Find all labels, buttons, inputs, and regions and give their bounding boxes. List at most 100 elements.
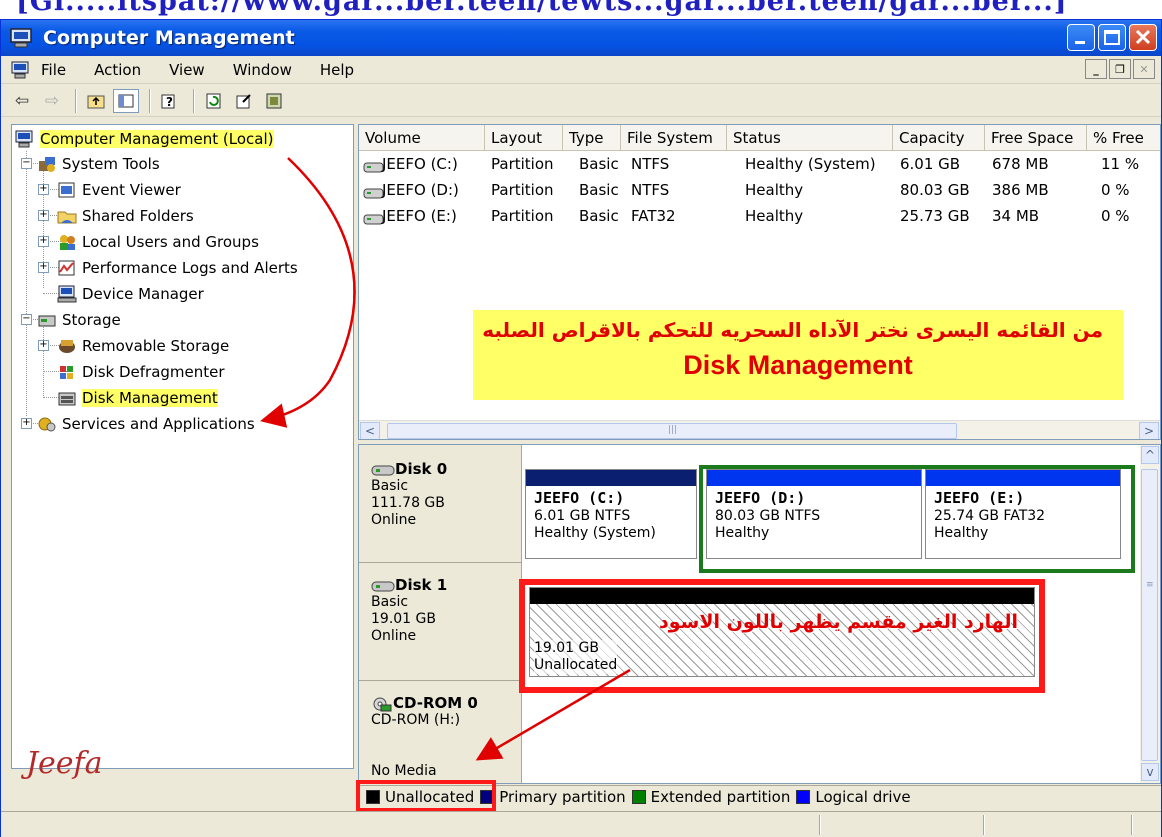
- close-button[interactable]: [1129, 24, 1157, 51]
- collapse-system-tools[interactable]: −: [21, 158, 32, 169]
- tree-item-system-tools[interactable]: System Tools: [37, 152, 160, 176]
- tree-item-storage[interactable]: Storage: [37, 308, 121, 332]
- removable-storage-icon: [57, 337, 77, 355]
- expand-removable-storage[interactable]: +: [38, 340, 49, 351]
- tree-item-shared-folders[interactable]: Shared Folders: [57, 204, 194, 228]
- scroll-right-button[interactable]: >: [1139, 422, 1159, 439]
- scroll-down-button[interactable]: v: [1141, 763, 1159, 781]
- refresh-icon[interactable]: [201, 89, 227, 113]
- column-header-volume[interactable]: Volume: [359, 125, 485, 151]
- annotation-callout: من القائمه اليسرى نختر الآداه السحريه لل…: [473, 310, 1123, 400]
- cell-capacity: 25.73 GB: [900, 207, 970, 225]
- cell-volume: JEEFO (E:): [382, 207, 457, 225]
- show-hide-tree-icon[interactable]: [113, 88, 139, 113]
- cell-type: Basic: [579, 207, 619, 225]
- window-title: Computer Management: [43, 27, 295, 49]
- event-viewer-icon: [57, 181, 77, 199]
- disk-1-label[interactable]: Disk 1 Basic 19.01 GB Online: [359, 563, 522, 681]
- svg-text:?: ?: [166, 95, 173, 109]
- disk-type: CD-ROM (H:): [371, 712, 461, 728]
- column-header-free-space[interactable]: Free Space: [985, 125, 1087, 151]
- vertical-scrollbar[interactable]: ^ ≡ v: [1140, 445, 1160, 783]
- tree-item-event-viewer[interactable]: Event Viewer: [57, 178, 181, 202]
- horizontal-scrollbar[interactable]: < ||| >: [359, 420, 1160, 439]
- expand-local-users[interactable]: +: [38, 236, 49, 247]
- menu-window[interactable]: Window: [233, 61, 292, 79]
- toolbar: ⇦ ⇨ ?: [1, 85, 1161, 117]
- tree-item-local-users[interactable]: Local Users and Groups: [57, 230, 259, 254]
- tree-label: Disk Defragmenter: [82, 363, 225, 381]
- mdi-minimize-button[interactable]: _: [1085, 59, 1107, 79]
- mdi-restore-button[interactable]: ❐: [1109, 59, 1131, 79]
- expand-shared-folders[interactable]: +: [38, 210, 49, 221]
- column-header-layout[interactable]: Layout: [485, 125, 563, 151]
- properties-icon[interactable]: [231, 89, 257, 113]
- tree-item-removable-storage[interactable]: Removable Storage: [57, 334, 229, 358]
- cell-volume: JEEFO (D:): [382, 181, 459, 199]
- cell-status: Healthy: [745, 181, 804, 199]
- volume-size: 6.01 GB NTFS: [534, 508, 631, 524]
- volume-e[interactable]: JEEFO (E:) 25.74 GB FAT32 Healthy: [925, 469, 1121, 559]
- shared-folder-icon: [57, 207, 77, 225]
- menu-action[interactable]: Action: [94, 61, 141, 79]
- legend-label: Primary partition: [499, 787, 626, 806]
- disk-state: Online: [371, 512, 417, 528]
- column-header-percent-free[interactable]: % Free: [1087, 125, 1160, 151]
- column-header-type[interactable]: Type: [563, 125, 621, 151]
- tree-label: Disk Management: [82, 389, 218, 407]
- mdi-close-button[interactable]: ✕: [1133, 59, 1155, 79]
- disk-size: 111.78 GB: [371, 495, 445, 511]
- forward-arrow-icon[interactable]: ⇨: [39, 89, 65, 113]
- signature-logo: Jeefa: [26, 746, 103, 781]
- column-header-file-system[interactable]: File System: [621, 125, 727, 151]
- tree-item-disk-management[interactable]: Disk Management: [57, 386, 218, 410]
- tree-item-performance-logs[interactable]: Performance Logs and Alerts: [57, 256, 298, 280]
- back-arrow-icon[interactable]: ⇦: [9, 89, 35, 113]
- horizontal-scroll-thumb[interactable]: |||: [387, 423, 957, 439]
- cell-free-space: 34 MB: [992, 207, 1040, 225]
- cell-volume: JEEFO (C:): [382, 155, 458, 173]
- tree-item-disk-defragmenter[interactable]: Disk Defragmenter: [57, 360, 225, 384]
- up-one-level-icon[interactable]: [83, 89, 109, 113]
- app-menu-icon[interactable]: [11, 61, 31, 79]
- disk-management-icon: [57, 389, 77, 407]
- expand-event-viewer[interactable]: +: [38, 184, 49, 195]
- collapse-storage[interactable]: −: [21, 314, 32, 325]
- expand-services[interactable]: +: [21, 418, 32, 429]
- disk-0-label[interactable]: Disk 0 Basic 111.78 GB Online: [359, 445, 522, 563]
- console-tree-pane: Computer Management (Local) − System Too…: [11, 124, 354, 769]
- cell-layout: Partition: [491, 155, 554, 173]
- menu-help[interactable]: Help: [320, 61, 354, 79]
- volume-size: 25.74 GB FAT32: [934, 508, 1046, 524]
- menu-file[interactable]: File: [41, 61, 66, 79]
- users-icon: [57, 233, 77, 251]
- volume-c[interactable]: JEEFO (C:) 6.01 GB NTFS Healthy (System): [525, 469, 697, 559]
- legend-label: Logical drive: [815, 787, 911, 806]
- maximize-button[interactable]: [1098, 24, 1126, 51]
- tree-label: Device Manager: [82, 285, 204, 303]
- help-icon[interactable]: ?: [157, 89, 183, 113]
- tree-item-services[interactable]: Services and Applications: [37, 412, 255, 436]
- tree-root-computer-management[interactable]: Computer Management (Local): [15, 127, 274, 151]
- computer-icon: [15, 130, 35, 148]
- tree-item-device-manager[interactable]: Device Manager: [57, 282, 204, 306]
- disk-tool-icon[interactable]: [261, 89, 287, 113]
- minimize-button[interactable]: [1067, 24, 1095, 51]
- scroll-up-button[interactable]: ^: [1141, 446, 1159, 464]
- scroll-left-button[interactable]: <: [360, 422, 380, 439]
- cell-status: Healthy: [745, 207, 804, 225]
- expand-performance-logs[interactable]: +: [38, 262, 49, 273]
- computer-management-icon: [9, 27, 35, 49]
- vertical-scroll-thumb[interactable]: ≡: [1141, 469, 1158, 761]
- volume-d[interactable]: JEEFO (D:) 80.03 GB NTFS Healthy: [706, 469, 922, 559]
- disk-size: 19.01 GB: [371, 611, 436, 627]
- cell-status: Healthy (System): [745, 155, 876, 173]
- column-header-status[interactable]: Status: [727, 125, 893, 151]
- title-bar[interactable]: Computer Management: [1, 20, 1161, 56]
- menu-view[interactable]: View: [169, 61, 205, 79]
- column-header-capacity[interactable]: Capacity: [893, 125, 985, 151]
- toolbar-separator: [149, 88, 151, 113]
- legend-primary: Primary partition: [480, 787, 626, 806]
- cdrom-0-label[interactable]: CD-ROM 0 CD-ROM (H:) No Media: [359, 681, 522, 783]
- tree-label: System Tools: [62, 155, 160, 173]
